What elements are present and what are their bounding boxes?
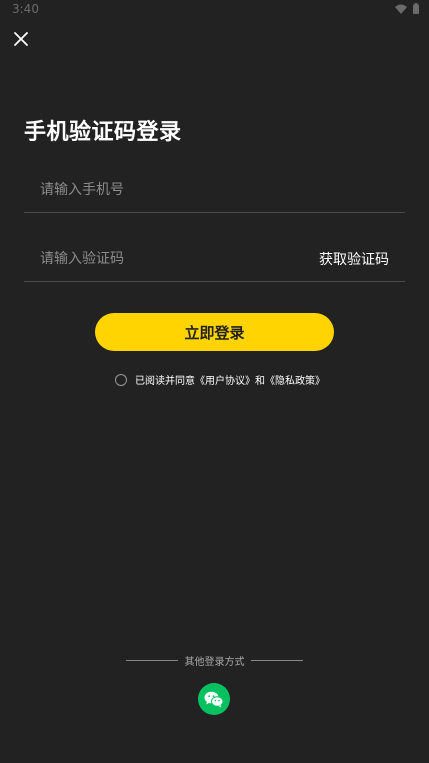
phone-input[interactable]: [24, 170, 405, 210]
status-icons: [395, 3, 419, 14]
status-bar: 3:40: [0, 0, 429, 20]
wechat-icon: [204, 691, 224, 707]
wechat-login-button[interactable]: [198, 683, 230, 715]
agreement-conjunction: 和: [255, 376, 265, 387]
privacy-policy-link[interactable]: 《隐私政策》: [265, 376, 325, 387]
status-time: 3:40: [12, 2, 39, 16]
get-code-button[interactable]: 获取验证码: [319, 249, 405, 269]
page-title: 手机验证码登录: [24, 120, 182, 145]
login-button[interactable]: 立即登录: [95, 313, 334, 351]
other-login-label: 其他登录方式: [184, 657, 245, 668]
divider-line-left: [126, 660, 178, 661]
user-agreement-link[interactable]: 《用户协议》: [195, 376, 255, 387]
agreement-prefix: 已阅读并同意: [135, 376, 195, 387]
close-button[interactable]: [9, 27, 33, 51]
wifi-icon: [395, 4, 407, 14]
phone-field: [24, 168, 405, 213]
agreement-text: 已阅读并同意《用户协议》和《隐私政策》: [135, 372, 325, 387]
close-icon: [14, 32, 28, 46]
agree-checkbox[interactable]: [115, 373, 127, 386]
other-login-divider: 其他登录方式: [126, 653, 303, 668]
agreement-row: 已阅读并同意《用户协议》和《隐私政策》: [115, 372, 325, 387]
battery-icon: [413, 3, 419, 14]
code-field: 获取验证码: [24, 237, 405, 282]
divider-line-right: [251, 660, 303, 661]
code-input[interactable]: [24, 239, 319, 279]
